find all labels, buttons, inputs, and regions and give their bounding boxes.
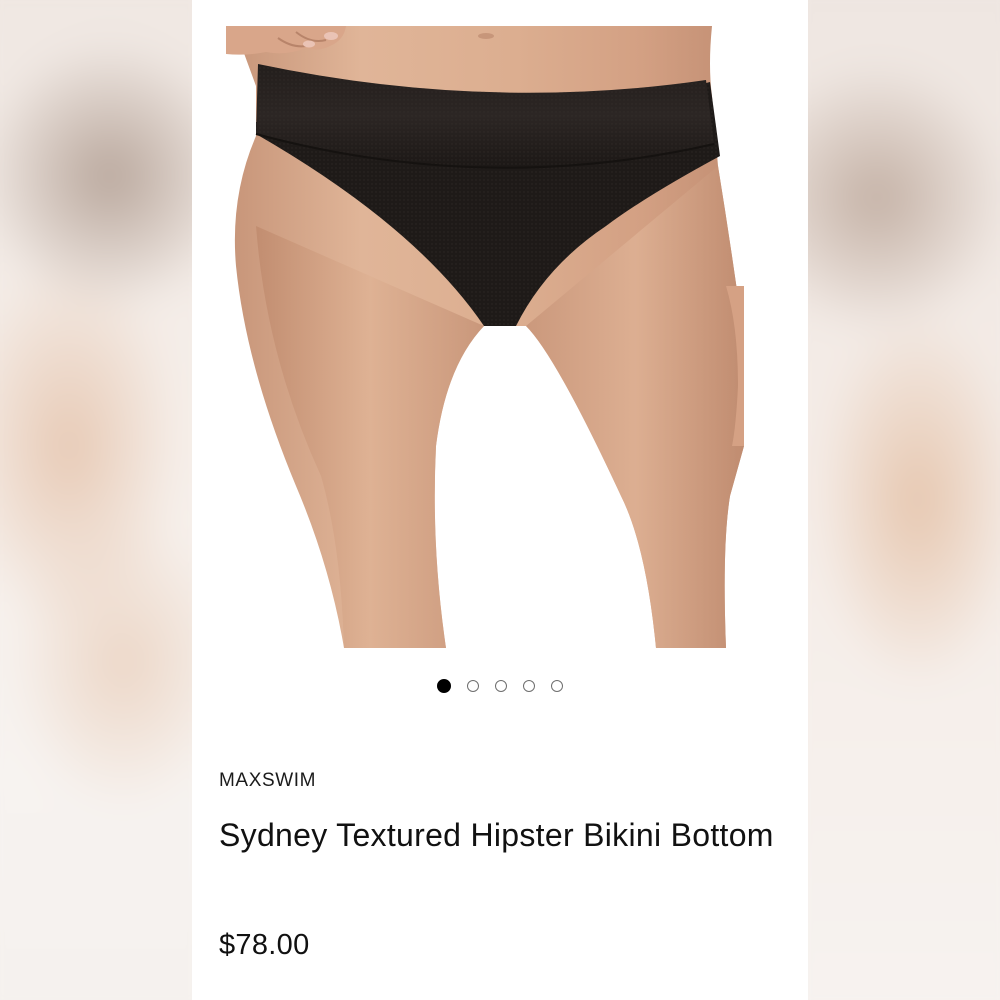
product-title: Sydney Textured Hipster Bikini Bottom xyxy=(219,817,774,853)
pagination-dot-1[interactable] xyxy=(437,679,451,693)
blurred-backdrop-left xyxy=(0,0,192,1000)
pagination-dot-4[interactable] xyxy=(523,680,535,692)
product-image[interactable] xyxy=(226,26,744,648)
brand-name[interactable]: MAXSWIM xyxy=(219,770,316,792)
product-screen: MAXSWIM Sydney Textured Hipster Bikini B… xyxy=(192,0,808,1000)
pagination-dot-2[interactable] xyxy=(467,680,479,692)
product-photo xyxy=(226,26,744,648)
image-pagination xyxy=(192,678,808,696)
pagination-dot-5[interactable] xyxy=(551,680,563,692)
product-price: $78.00 xyxy=(219,929,310,961)
pagination-dot-3[interactable] xyxy=(495,680,507,692)
blurred-backdrop-right xyxy=(808,0,1000,1000)
